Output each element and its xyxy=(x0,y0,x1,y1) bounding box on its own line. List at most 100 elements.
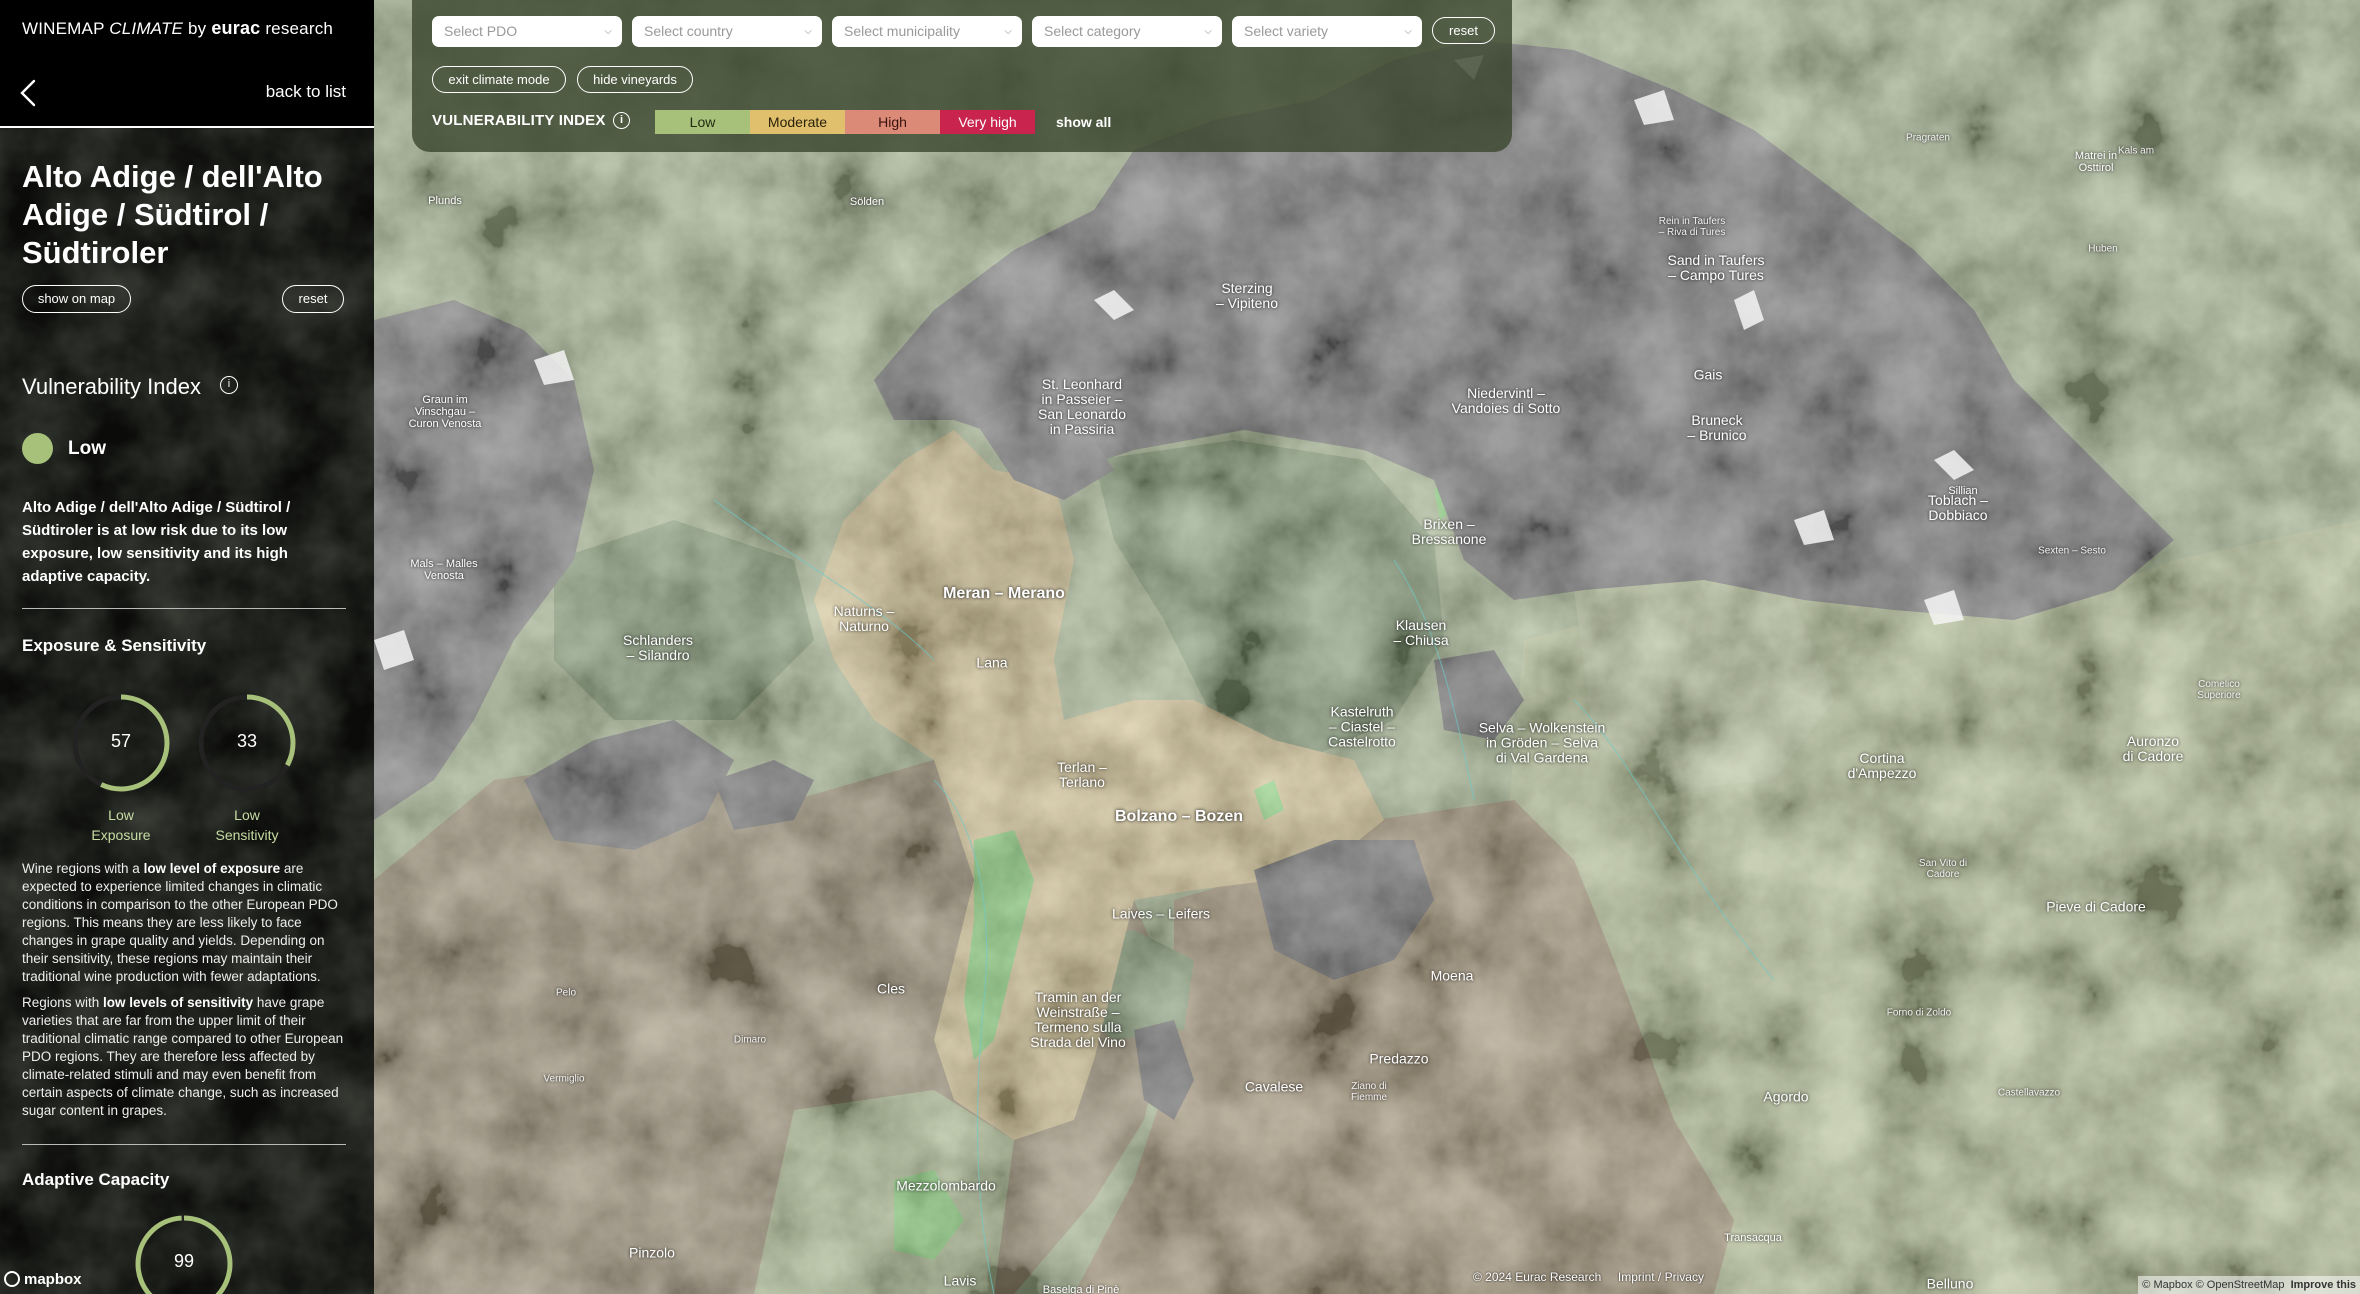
select-country[interactable]: Select country ⌵ xyxy=(632,16,822,47)
copyright-text: © 2024 Eurac Research xyxy=(1473,1270,1602,1284)
brand-name: WINEMAP xyxy=(22,19,105,38)
sensitivity-description: Regions with low levels of sensitivity h… xyxy=(22,994,352,1120)
place-label: Predazzo xyxy=(1369,1050,1429,1067)
exit-climate-mode-button[interactable]: exit climate mode xyxy=(432,66,566,93)
select-pdo[interactable]: Select PDO ⌵ xyxy=(432,16,622,47)
sensitivity-desc-pre: Regions with xyxy=(22,995,104,1010)
place-label: Sillian xyxy=(1948,485,1978,497)
legend-item-very-high[interactable]: Very high xyxy=(940,110,1035,134)
exposure-desc-post: are expected to experience limited chang… xyxy=(22,861,338,984)
region-title: Alto Adige / dell'Alto Adige / Südtirol … xyxy=(22,159,323,270)
show-all-button[interactable]: show all xyxy=(1056,110,1111,134)
select-municipality[interactable]: Select municipality ⌵ xyxy=(832,16,1022,47)
show-on-map-button[interactable]: show on map xyxy=(22,285,131,313)
place-label: Lavis xyxy=(943,1272,977,1289)
brand-org-rest: research xyxy=(265,19,334,38)
map-copyright: © 2024 Eurac Research Imprint / Privacy xyxy=(1473,1270,1704,1284)
place-label: Klausen – Chiusa xyxy=(1393,617,1449,648)
select-category[interactable]: Select category ⌵ xyxy=(1032,16,1222,47)
place-label: Huben xyxy=(2088,243,2118,255)
place-label: Laives – Leifers xyxy=(1111,905,1211,922)
place-label: Niedervintl – Vandoies di Sotto xyxy=(1451,385,1561,416)
place-label: Mezzolombardo xyxy=(896,1177,996,1194)
mapbox-icon xyxy=(4,1271,20,1287)
place-label: Sterzing – Vipiteno xyxy=(1215,280,1279,311)
select-variety-placeholder: Select variety xyxy=(1244,23,1329,39)
back-arrow-icon[interactable] xyxy=(18,78,38,108)
chevron-down-icon: ⌵ xyxy=(804,26,812,37)
vulnerability-index-title: Vulnerability Index xyxy=(22,374,201,399)
select-pdo-placeholder: Select PDO xyxy=(444,23,518,39)
legend-item-moderate[interactable]: Moderate xyxy=(750,110,845,134)
place-label: Castellavazzo xyxy=(1997,1087,2061,1099)
brand-logo[interactable]: WINEMAP CLIMATE by eurac research xyxy=(22,18,333,39)
exposure-description: Wine regions with a low level of exposur… xyxy=(22,860,352,986)
adaptive-capacity-value: 99 xyxy=(173,1251,195,1271)
attribution-text[interactable]: © Mapbox © OpenStreetMap xyxy=(2142,1279,2284,1291)
place-label: Gais xyxy=(1693,366,1723,383)
select-variety[interactable]: Select variety ⌵ xyxy=(1232,16,1422,47)
map-view[interactable]: Plunds Sölden Sterzing – Vipiteno Rein in T… xyxy=(374,0,2360,1294)
place-label: Toblach – Dobbiaco xyxy=(1928,492,1988,523)
place-label: Terlan – Terlano xyxy=(1057,759,1107,790)
place-label: Sölden xyxy=(849,196,885,208)
hide-vineyards-button[interactable]: hide vineyards xyxy=(577,66,693,93)
adaptive-capacity-title: Adaptive Capacity xyxy=(22,1170,170,1189)
place-label: St. Leonhard in Passeier – San Leonardo … xyxy=(1038,376,1126,437)
place-label: Vermiglio xyxy=(543,1073,585,1085)
place-label: Matrei in Osttirol xyxy=(2074,150,2118,174)
select-country-placeholder: Select country xyxy=(644,23,733,39)
place-label: Pieve di Cadore xyxy=(2046,898,2146,915)
vulnerability-index-label: VULNERABILITY INDEX xyxy=(432,112,606,129)
select-municipality-placeholder: Select municipality xyxy=(844,23,960,39)
place-label: Graun im Vinschgau – Curon Venosta xyxy=(408,394,482,430)
place-label: Comelico Superiore xyxy=(2197,679,2241,701)
sensitivity-desc-bold: low levels of sensitivity xyxy=(103,995,254,1010)
place-label: Pelo xyxy=(555,987,577,999)
legend-item-high[interactable]: High xyxy=(845,110,940,134)
sidebar: WINEMAP CLIMATE by eurac research back t… xyxy=(0,0,374,1294)
place-label: Kastelruth – Ciastel – Castelrotto xyxy=(1328,703,1396,750)
place-label: Rein in Taufers – Riva di Tures xyxy=(1658,216,1726,238)
place-label: Auronzo di Cadore xyxy=(2122,733,2184,764)
region-reset-button[interactable]: reset xyxy=(282,285,344,313)
place-label: Ziano di Fiemme xyxy=(1350,1081,1388,1103)
back-to-list-link[interactable]: back to list xyxy=(266,82,346,102)
place-label: Brixen – Bressanone xyxy=(1411,516,1487,547)
exposure-level: Low xyxy=(108,807,134,823)
header-divider xyxy=(0,126,374,128)
legend-item-low[interactable]: Low xyxy=(655,110,750,134)
exposure-sensitivity-title: Exposure & Sensitivity xyxy=(22,636,207,655)
chevron-down-icon: ⌵ xyxy=(604,26,612,37)
place-label: Pinzolo xyxy=(629,1244,675,1261)
sensitivity-level: Low xyxy=(234,807,260,823)
info-icon[interactable]: i xyxy=(220,376,238,394)
place-label: Forno di Zoldo xyxy=(1886,1007,1952,1019)
section-divider xyxy=(22,608,346,609)
place-label: Cles xyxy=(876,980,906,997)
place-label: Pragraten xyxy=(1906,132,1950,144)
place-label: Belluno xyxy=(1926,1275,1974,1292)
place-label: Bruneck – Brunico xyxy=(1687,412,1747,443)
select-category-placeholder: Select category xyxy=(1044,23,1141,39)
vulnerability-level-dot xyxy=(22,433,53,464)
info-icon[interactable]: i xyxy=(613,112,630,129)
place-label: Sexten – Sesto xyxy=(2038,545,2106,557)
vulnerability-level-label: Low xyxy=(68,438,106,459)
place-label: Tramin an der Weinstraße – Termeno sulla… xyxy=(1030,989,1126,1050)
map-attribution[interactable]: © Mapbox © OpenStreetMap Improve this xyxy=(2138,1276,2360,1294)
filter-reset-button[interactable]: reset xyxy=(1432,17,1495,44)
place-label: Schlanders – Silandro xyxy=(622,632,694,663)
brand-name-italic: CLIMATE xyxy=(109,19,184,38)
place-label: Transacqua xyxy=(1724,1232,1782,1244)
sensitivity-value: 33 xyxy=(236,731,258,751)
place-label: Lana xyxy=(976,654,1008,671)
imprint-link[interactable]: Imprint / Privacy xyxy=(1618,1270,1704,1284)
mapbox-logo[interactable]: mapbox xyxy=(0,1268,82,1290)
chevron-down-icon: ⌵ xyxy=(1204,26,1212,37)
place-label: Meran – Merano xyxy=(943,585,1065,602)
improve-map-link[interactable]: Improve this xyxy=(2291,1279,2356,1291)
place-label: Selva – Wolkenstein in Gröden – Selva di… xyxy=(1478,719,1606,766)
place-label: Sand in Taufers – Campo Tures xyxy=(1667,252,1765,283)
vulnerability-summary: Alto Adige / dell'Alto Adige / Südtirol … xyxy=(22,499,291,585)
